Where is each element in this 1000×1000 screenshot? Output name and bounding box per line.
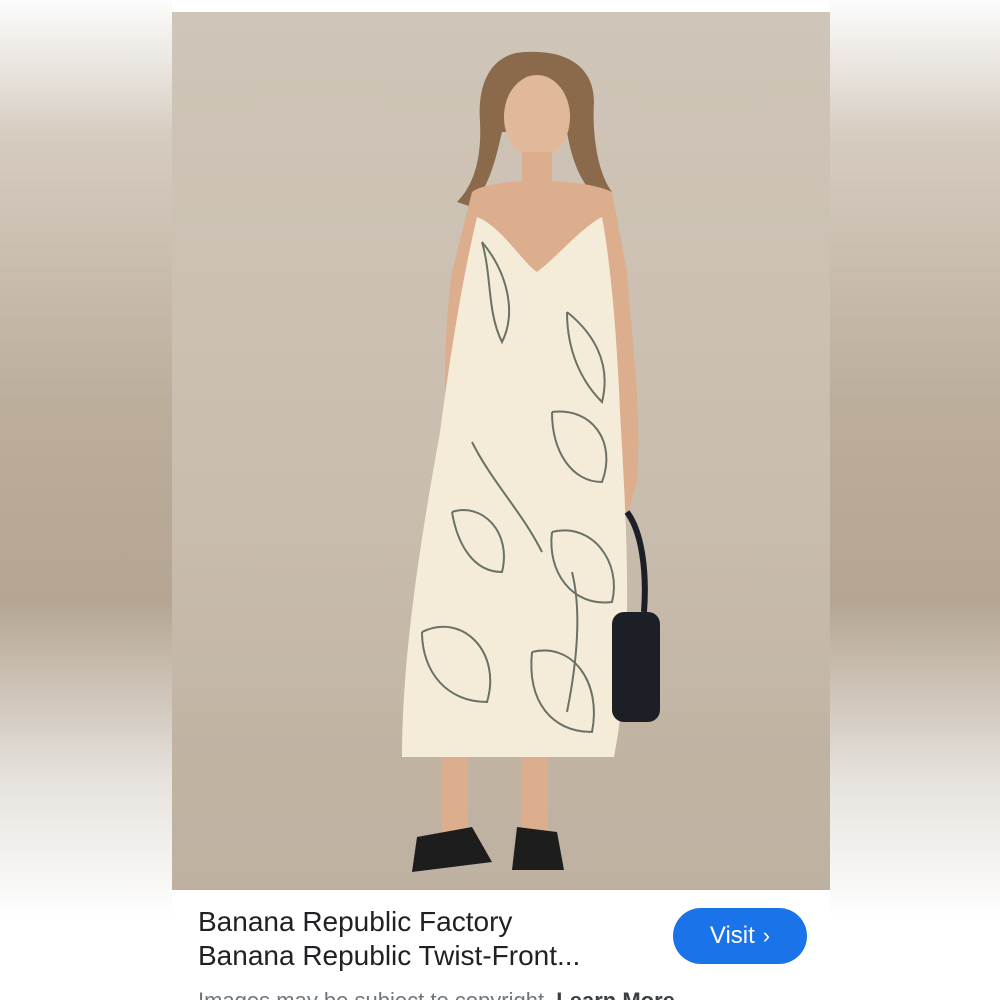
- learn-more-link[interactable]: Learn More: [556, 988, 675, 1000]
- blurred-background-right: [830, 0, 1000, 1000]
- blurred-background-left: [0, 0, 172, 1000]
- visit-button[interactable]: Visit ›: [673, 908, 807, 964]
- image-preview-card: Banana Republic Factory Banana Republic …: [172, 0, 830, 1000]
- source-name: Banana Republic Factory: [198, 906, 513, 937]
- product-image[interactable]: [172, 12, 830, 890]
- result-caption[interactable]: Banana Republic Factory Banana Republic …: [198, 905, 648, 973]
- copyright-text: Images may be subject to copyright.: [198, 988, 550, 1000]
- chevron-right-icon: ›: [762, 923, 771, 948]
- result-title: Banana Republic Twist-Front...: [198, 940, 581, 971]
- copyright-notice: Images may be subject to copyright. Lear…: [198, 988, 818, 1000]
- visit-label: Visit: [709, 922, 755, 949]
